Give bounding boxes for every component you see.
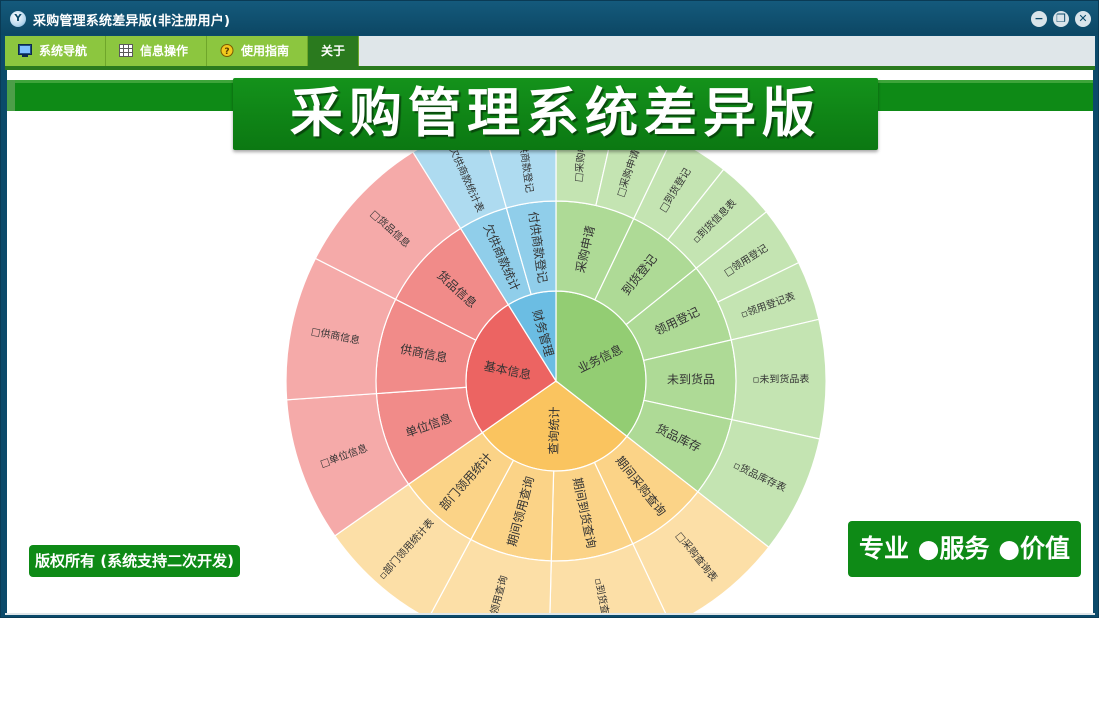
help-icon: ? (220, 44, 234, 57)
app-logo-icon: Y (10, 11, 26, 27)
title-bar[interactable]: Y 采购管理系统差异版(非注册用户) − ❐ ✕ (1, 1, 1098, 35)
menu-about[interactable]: 关于 (308, 36, 359, 66)
grid-icon (119, 44, 133, 57)
app-window: Y 采购管理系统差异版(非注册用户) − ❐ ✕ 系统导航 信息操作 ? 使用指… (0, 0, 1099, 618)
title-banner: 采购管理系统差异版 (233, 78, 878, 150)
sunburst-leaf-label: ▫未到货品表 (753, 372, 810, 385)
svg-text:?: ? (224, 47, 229, 57)
slogan-label: 专业 ●服务 ●价值 (848, 521, 1081, 577)
menu-label: 关于 (320, 44, 345, 58)
menu-label: 信息操作 (140, 44, 189, 58)
restore-button[interactable]: ❐ (1053, 11, 1069, 27)
monitor-icon (18, 44, 32, 57)
menu-bar: 系统导航 信息操作 ? 使用指南 关于 (5, 36, 1095, 66)
banner-title: 采购管理系统差异版 (290, 83, 821, 144)
menu-info-operations[interactable]: 信息操作 (106, 36, 207, 66)
main-content: 业务信息 采购申请 □采购申请 □采购申请表 到货登记 □到货登记 ▫到货信息表 领用登记 □领… (7, 70, 1093, 613)
bottom-edge (5, 613, 1095, 615)
copyright-label: 版权所有 (系统支持二次开发) (29, 545, 240, 577)
close-button[interactable]: ✕ (1075, 11, 1091, 27)
sunburst-subcategory-label: 未到货品 (667, 371, 715, 386)
menu-user-guide[interactable]: ? 使用指南 (207, 36, 308, 66)
menu-label: 使用指南 (241, 44, 290, 58)
minimize-button[interactable]: − (1031, 11, 1047, 27)
sunburst-category-label: 查询统计 (547, 406, 562, 454)
menu-system-navigation[interactable]: 系统导航 (5, 36, 106, 66)
menu-label: 系统导航 (39, 44, 88, 58)
window-title: 采购管理系统差异版(非注册用户) (33, 14, 231, 29)
